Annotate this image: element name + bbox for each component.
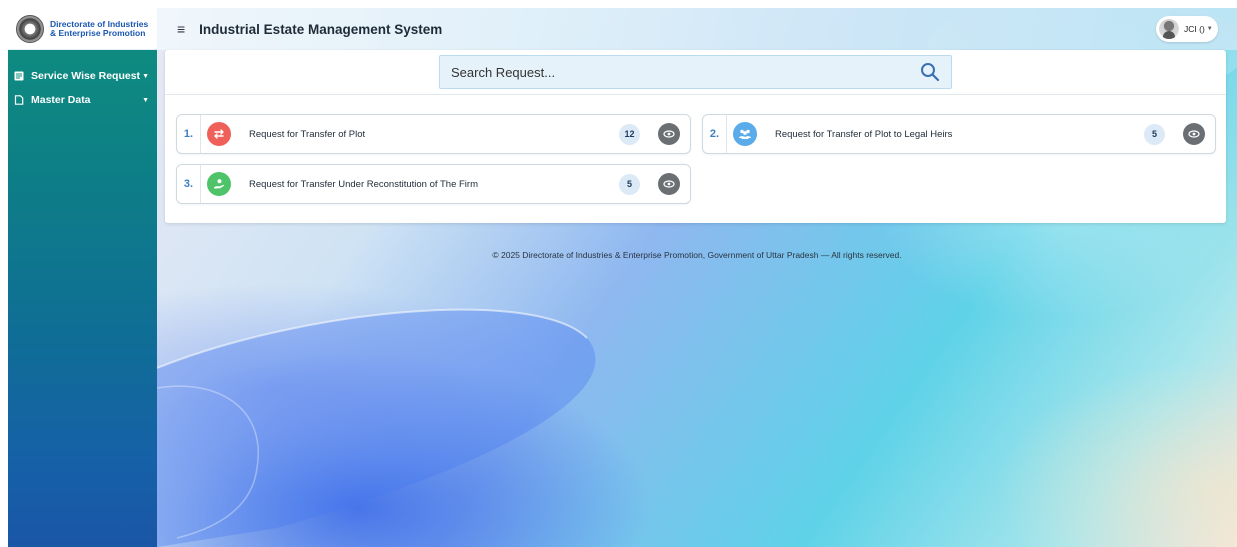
document-icon [14, 95, 24, 105]
user-name: JCI () [1184, 24, 1205, 34]
sidebar-item-label: Service Wise Request [31, 70, 141, 82]
main-area: ≡ Industrial Estate Management System JC… [157, 8, 1237, 547]
view-eye-button[interactable] [1183, 123, 1205, 145]
eye-icon [1188, 130, 1200, 138]
brand[interactable]: Directorate of Industries & Enterprise P… [8, 8, 157, 50]
user-menu-button[interactable]: JCI () ▼ [1156, 16, 1218, 42]
search-icon[interactable] [915, 62, 945, 82]
chevron-down-icon: ▼ [142, 72, 149, 80]
request-card-transfer-to-legal-heirs[interactable]: 2. Request for Transfer of Plot to Legal… [702, 114, 1216, 154]
list-icon [14, 71, 24, 81]
chevron-down-icon: ▼ [142, 96, 149, 104]
request-label: Request for Transfer of Plot to Legal He… [775, 128, 953, 140]
sidebar: Directorate of Industries & Enterprise P… [8, 8, 157, 547]
page-title: Industrial Estate Management System [199, 21, 443, 37]
request-card-transfer-of-plot[interactable]: 1. Request for Transfer of Plot 12 [176, 114, 691, 154]
search-row [165, 50, 1226, 95]
app-frame: Directorate of Industries & Enterprise P… [8, 8, 1237, 547]
sidebar-item-master-data[interactable]: Master Data ▼ [8, 88, 157, 112]
up-emblem-logo [16, 14, 44, 43]
sidebar-item-label: Master Data [31, 94, 91, 106]
copyright-footer: © 2025 Directorate of Industries & Enter… [492, 250, 902, 260]
request-card-reconstitution-of-firm[interactable]: 3. Request for Transfer Under Reconstitu… [176, 164, 691, 204]
user-hand-icon [207, 172, 231, 196]
search-box [439, 55, 952, 89]
request-number: 1. [177, 115, 201, 153]
brand-text: Directorate of Industries & Enterprise P… [50, 19, 148, 38]
requests-card: 1. Request for Transfer of Plot 12 2. Re… [165, 50, 1226, 223]
view-eye-button[interactable] [658, 123, 680, 145]
search-input[interactable] [440, 56, 915, 88]
top-bar: ≡ Industrial Estate Management System JC… [157, 8, 1237, 50]
transfer-icon [207, 122, 231, 146]
view-eye-button[interactable] [658, 173, 680, 195]
hamburger-menu-icon[interactable]: ≡ [177, 21, 185, 37]
chevron-down-icon: ▼ [1206, 26, 1213, 32]
eye-icon [663, 180, 675, 188]
count-badge: 5 [619, 173, 640, 195]
eye-icon [663, 130, 675, 138]
request-label: Request for Transfer Under Reconstitutio… [249, 178, 478, 190]
group-icon [733, 122, 757, 146]
request-number: 2. [703, 115, 727, 153]
avatar [1159, 19, 1179, 39]
request-number: 3. [177, 165, 201, 203]
sidebar-item-service-wise-request[interactable]: Service Wise Request ▼ [8, 64, 157, 88]
count-badge: 12 [619, 123, 640, 145]
count-badge: 5 [1144, 123, 1165, 145]
request-label: Request for Transfer of Plot [249, 128, 366, 140]
brand-line-2: & Enterprise Promotion [50, 27, 146, 38]
side-menu: Service Wise Request ▼ Master Data ▼ [8, 64, 157, 112]
